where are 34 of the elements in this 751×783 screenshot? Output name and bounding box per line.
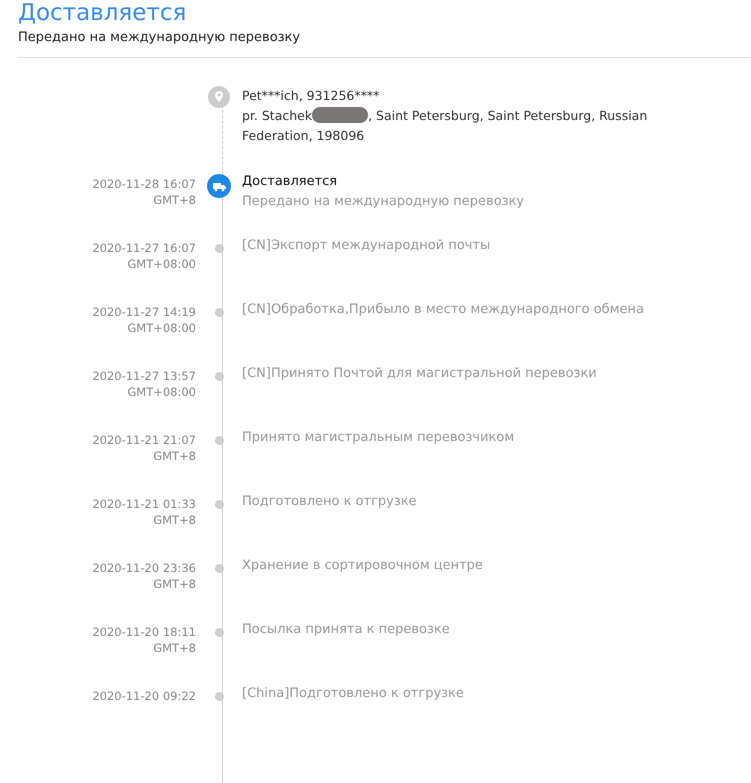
recipient-name-phone: Pet***ich, 931256**** xyxy=(242,87,380,105)
event-time: 2020-11-21 21:07 xyxy=(92,432,196,448)
event-time: 2020-11-28 16:07 xyxy=(92,176,196,192)
truck-icon xyxy=(207,174,231,198)
event-time: 2020-11-20 09:22 xyxy=(92,688,196,704)
event-time: 2020-11-20 18:11 xyxy=(92,624,196,640)
event-detail: Передано на международную перевозку xyxy=(242,194,524,209)
event-timezone: GMT+08:00 xyxy=(127,256,196,272)
event-timezone: GMT+8 xyxy=(153,640,196,656)
address-street: pr. Stachek xyxy=(242,108,312,123)
address-text: , Saint Petersburg, Saint Petersburg, Russian xyxy=(368,108,648,123)
event-time: 2020-11-20 23:36 xyxy=(92,560,196,576)
event-title: Посылка принята к перевозке xyxy=(242,622,450,637)
event-time: 2020-11-27 13:57 xyxy=(92,368,196,384)
event-title: Хранение в сортировочном центре xyxy=(242,558,483,573)
status-title: Доставляется xyxy=(18,0,186,26)
event-title: [CN]Принято Почтой для магистральной перевозки xyxy=(242,366,597,381)
event-time: 2020-11-27 14:19 xyxy=(92,304,196,320)
event-title: [CN]Обработка,Прибыло в место международного обмена xyxy=(242,302,644,317)
event-timezone: GMT+8 xyxy=(153,192,196,208)
address-text: Federation, 198096 xyxy=(242,128,364,143)
event-timezone: GMT+8 xyxy=(153,448,196,464)
event-timezone: GMT+08:00 xyxy=(127,320,196,336)
event-time: 2020-11-27 16:07 xyxy=(92,240,196,256)
event-title: Подготовлено к отгрузке xyxy=(242,494,417,509)
event-title: Доставляется xyxy=(242,174,338,189)
event-timezone: GMT+8 xyxy=(153,576,196,592)
event-title: [China]Подготовлено к отгрузке xyxy=(242,686,464,701)
event-timezone: GMT+8 xyxy=(153,512,196,528)
event-title: [CN]Экспорт международной почты xyxy=(242,238,490,253)
event-title: Принято магистральным перевозчиком xyxy=(242,430,514,445)
event-timezone: GMT+08:00 xyxy=(127,384,196,400)
event-time: 2020-11-21 01:33 xyxy=(92,496,196,512)
status-detail: Передано на международную перевозку xyxy=(18,30,300,45)
